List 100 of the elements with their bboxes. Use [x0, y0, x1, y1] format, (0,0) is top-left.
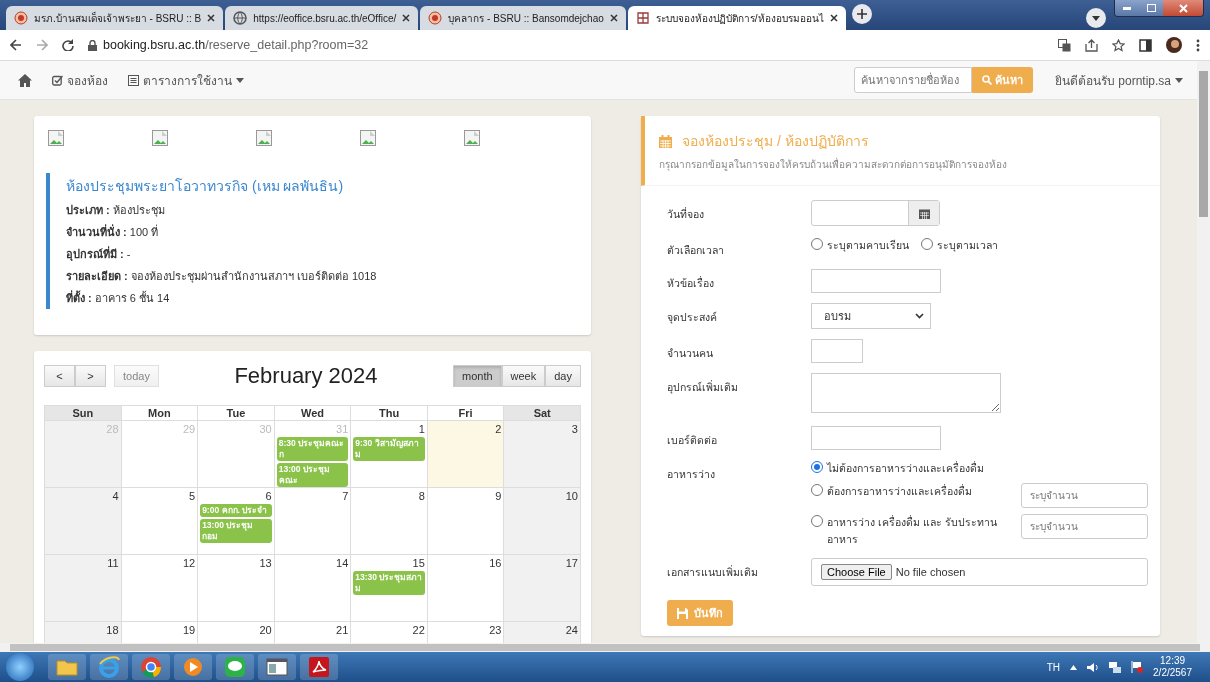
calendar-button[interactable]: [908, 201, 939, 225]
user-menu[interactable]: ยินดีต้อนรับ porntip.sa: [1054, 70, 1183, 90]
scrollbar[interactable]: [1197, 61, 1210, 643]
day-number: 6: [265, 490, 272, 502]
number-field[interactable]: [811, 339, 863, 363]
browser-e-icon[interactable]: [98, 656, 120, 678]
choose-file-button[interactable]: Choose File: [821, 564, 892, 580]
close-icon[interactable]: [402, 14, 411, 22]
pdf-icon[interactable]: [308, 656, 330, 678]
radio-label: อาหารว่าง เครื่องดื่ม และ รับประทานอาหาร: [827, 514, 998, 547]
up-arrow-icon[interactable]: [1070, 664, 1078, 670]
day-cell[interactable]: 15 13:30 ประชุมสภาม: [351, 555, 428, 622]
day-number: 15: [412, 557, 425, 569]
file-status: No file chosen: [895, 566, 966, 578]
day-cell[interactable]: 18: [45, 622, 122, 643]
avatar-icon[interactable]: [1166, 37, 1182, 53]
day-number: 14: [336, 557, 349, 569]
browser-tab[interactable]: บุคลากร - BSRU :: Bansomdejchao: [420, 6, 626, 30]
radio-button[interactable]: [811, 461, 823, 473]
close-icon[interactable]: [207, 14, 216, 22]
text-field[interactable]: [811, 426, 941, 450]
scrollbar[interactable]: [0, 643, 1210, 652]
back-icon[interactable]: [10, 39, 22, 51]
weekday-header: Thu: [351, 406, 428, 421]
day-cell[interactable]: 11: [45, 555, 122, 622]
field-label: จุดประสงค์: [667, 310, 718, 326]
play-icon[interactable]: [183, 657, 203, 677]
network-icon[interactable]: [1109, 661, 1122, 673]
menu-icon[interactable]: [1196, 38, 1200, 52]
day-cell[interactable]: 14: [274, 555, 352, 622]
star-icon[interactable]: [1112, 38, 1125, 52]
nav-link[interactable]: จองห้อง: [52, 70, 108, 90]
window-icon[interactable]: [266, 657, 288, 677]
minimize-button[interactable]: [1115, 0, 1139, 16]
search-field[interactable]: ค้นหาจากรายชื่อห้อง: [853, 67, 972, 93]
close-button[interactable]: [1163, 0, 1203, 16]
clock-time[interactable]: 12:39: [1160, 655, 1186, 667]
field-label: จำนวนคน: [667, 346, 714, 361]
browser-tab[interactable]: มรภ.บ้านสมเด็จเจ้าพระยา - BSRU :: B: [6, 6, 224, 30]
day-cell[interactable]: 13: [198, 555, 275, 622]
reload-icon[interactable]: [62, 39, 74, 51]
quantity-field[interactable]: ระบุจำนวน: [1021, 483, 1148, 508]
day-cell[interactable]: 10: [504, 488, 581, 555]
day-cell[interactable]: 2: [427, 421, 505, 488]
room-detail: อุปกรณ์ที่มี : -: [66, 245, 132, 263]
room-detail: ที่ตั้ง : อาคาร 6 ชั้น 14: [66, 289, 171, 306]
prev-button[interactable]: <: [44, 365, 75, 387]
day-number: 1: [418, 423, 425, 435]
day-cell[interactable]: 17: [504, 555, 581, 622]
nav-menu[interactable]: ตารางการใช้งาน: [128, 70, 244, 90]
language-indicator[interactable]: TH: [1046, 661, 1061, 673]
weekday-header: Mon: [121, 406, 199, 421]
maximize-button[interactable]: [1139, 0, 1163, 16]
radio-label: ต้องการอาหารว่างและเครื่องดื่ม: [827, 483, 972, 499]
view-button[interactable]: day: [545, 365, 581, 387]
field-label: อุปกรณ์เพิ่มเติม: [667, 379, 739, 396]
day-cell[interactable]: 7: [274, 488, 352, 555]
weekday-header: Wed: [274, 406, 352, 421]
quantity-field[interactable]: ระบุจำนวน: [1021, 514, 1148, 539]
folder-icon[interactable]: [56, 657, 78, 677]
browser-tab[interactable]: ระบบจองห้องปฏิบัติการ/ห้องอบรมออนไ: [627, 6, 846, 30]
start-button[interactable]: [6, 653, 34, 681]
view-button[interactable]: week: [501, 365, 546, 387]
flag-icon[interactable]: [1131, 661, 1144, 673]
tab-search-button[interactable]: [1086, 8, 1106, 28]
day-cell[interactable]: 8: [351, 488, 428, 555]
view-button[interactable]: month: [453, 365, 502, 387]
close-icon[interactable]: [609, 14, 618, 22]
radio-button[interactable]: [811, 515, 823, 527]
side-panel-icon[interactable]: [1139, 38, 1152, 52]
radio-button[interactable]: [811, 484, 823, 496]
new-tab-button[interactable]: [851, 3, 872, 24]
day-cell[interactable]: 5: [121, 488, 199, 555]
chat-app-icon[interactable]: [224, 656, 246, 678]
clock-date[interactable]: 2/2/2567: [1153, 667, 1192, 679]
next-button[interactable]: >: [75, 365, 106, 387]
radio-button[interactable]: [921, 238, 933, 250]
speaker-icon[interactable]: [1087, 661, 1100, 673]
browser-tab[interactable]: https://eoffice.bsru.ac.th/eOffice/: [225, 6, 419, 30]
date-field[interactable]: [811, 200, 940, 226]
radio-button[interactable]: [811, 238, 823, 250]
room-detail: ประเภท : ห้องประชุม: [66, 203, 166, 219]
round-browser-icon[interactable]: [140, 656, 162, 678]
close-icon[interactable]: [829, 14, 838, 22]
day-cell[interactable]: 1 9:30 วิสามัญสภาม: [351, 421, 428, 488]
purpose-dropdown[interactable]: อบรม: [811, 303, 931, 329]
url-field[interactable]: booking.bsru.ac.th/reserve_detail.php?room=32: [103, 38, 369, 52]
day-number: 22: [412, 624, 425, 636]
translate-icon[interactable]: [1058, 38, 1071, 52]
plus-icon: [856, 8, 867, 19]
day-cell[interactable]: 12: [121, 555, 199, 622]
day-number: 20: [259, 624, 272, 636]
text-field[interactable]: [811, 269, 941, 293]
day-cell[interactable]: 3: [504, 421, 581, 488]
day-cell[interactable]: 24: [504, 622, 581, 643]
caret-icon: [1092, 15, 1100, 21]
globe-icon: [233, 11, 248, 25]
home-icon[interactable]: [18, 73, 32, 87]
day-cell[interactable]: 4: [45, 488, 122, 555]
share-icon[interactable]: [1085, 38, 1098, 52]
